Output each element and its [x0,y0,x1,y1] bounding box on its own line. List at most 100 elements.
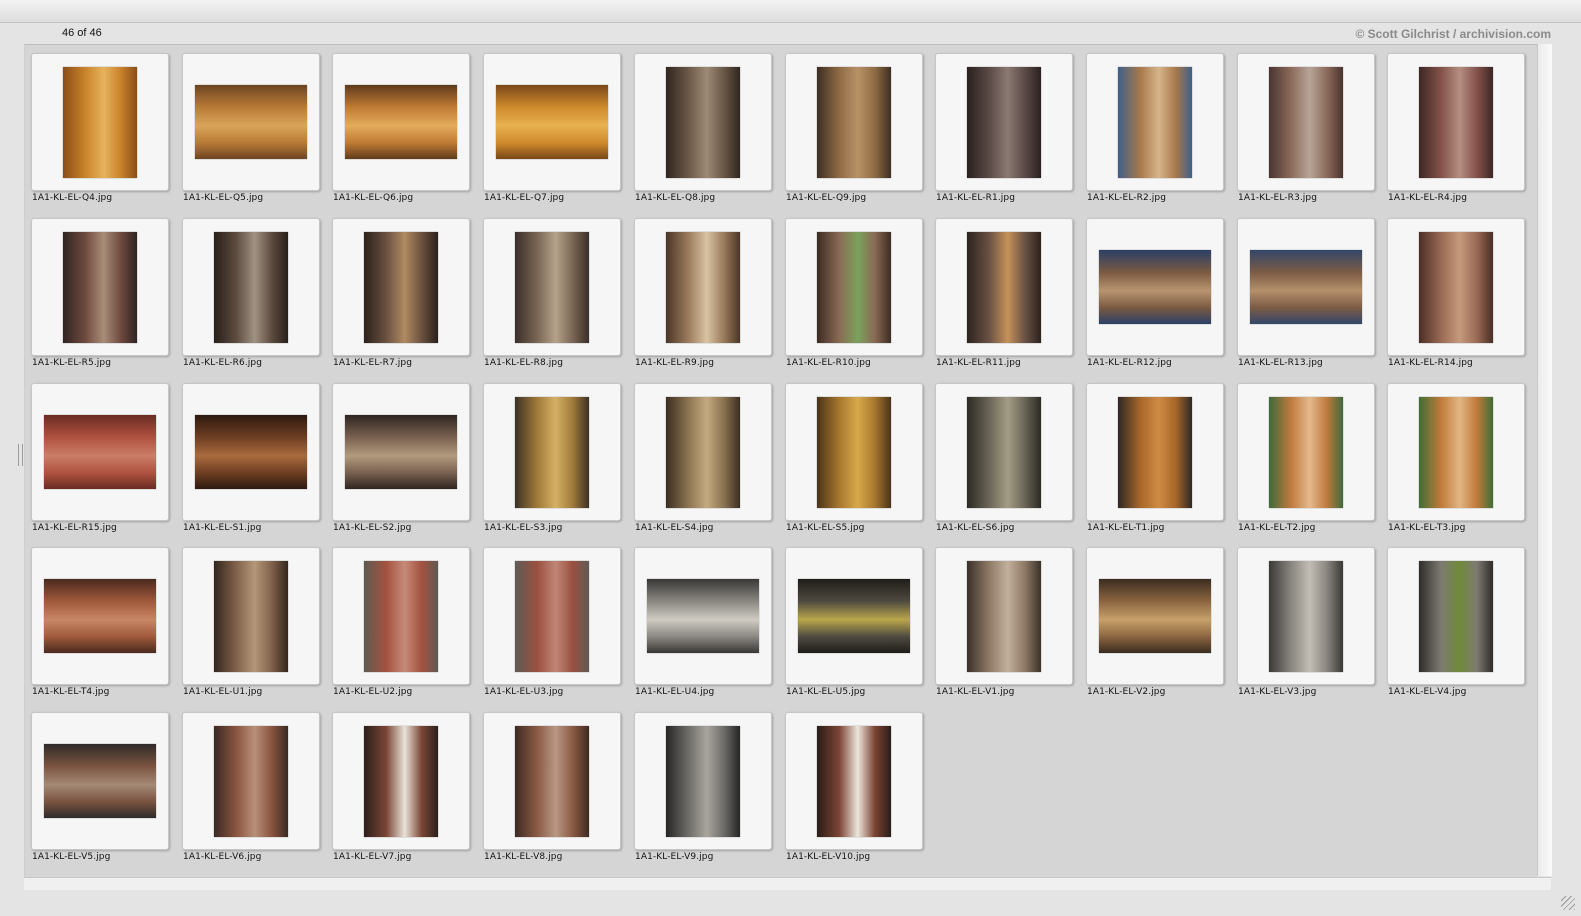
thumbnail-image[interactable] [496,85,608,159]
thumbnail-item[interactable]: 1A1-KL-EL-U3.jpg [483,547,621,711]
thumbnail-frame[interactable] [31,383,169,521]
thumbnail-frame[interactable] [182,712,320,850]
thumbnail-image[interactable] [214,561,288,672]
thumbnail-item[interactable]: 1A1-KL-EL-R5.jpg [31,218,169,382]
thumbnail-frame[interactable] [634,53,772,191]
thumbnail-image[interactable] [967,561,1041,672]
thumbnail-frame[interactable] [483,712,621,850]
thumbnail-item[interactable]: 1A1-KL-EL-U2.jpg [332,547,470,711]
thumbnail-frame[interactable] [935,218,1073,356]
thumbnail-image[interactable] [214,232,288,343]
thumbnail-item[interactable]: 1A1-KL-EL-T2.jpg [1237,383,1375,547]
thumbnail-item[interactable]: 1A1-KL-EL-S5.jpg [785,383,923,547]
thumbnail-item[interactable]: 1A1-KL-EL-R1.jpg [935,53,1073,217]
thumbnail-image[interactable] [817,232,891,343]
thumbnail-image[interactable] [44,579,156,653]
thumbnail-image[interactable] [798,579,910,653]
thumbnail-frame[interactable] [31,218,169,356]
thumbnail-frame[interactable] [935,383,1073,521]
thumbnail-image[interactable] [967,67,1041,178]
thumbnail-frame[interactable] [1086,53,1224,191]
thumbnail-image[interactable] [44,744,156,818]
thumbnail-image[interactable] [967,397,1041,508]
thumbnail-item[interactable]: 1A1-KL-EL-R12.jpg [1086,218,1224,382]
thumbnail-image[interactable] [817,397,891,508]
thumbnail-frame[interactable] [785,53,923,191]
thumbnail-frame[interactable] [31,53,169,191]
thumbnail-image[interactable] [345,415,457,489]
thumbnail-item[interactable]: 1A1-KL-EL-R14.jpg [1387,218,1525,382]
thumbnail-image[interactable] [1419,397,1493,508]
thumbnail-frame[interactable] [182,547,320,685]
thumbnail-frame[interactable] [1387,53,1525,191]
thumbnail-item[interactable]: 1A1-KL-EL-U1.jpg [182,547,320,711]
thumbnail-frame[interactable] [935,547,1073,685]
thumbnail-image[interactable] [1269,397,1343,508]
thumbnail-frame[interactable] [332,218,470,356]
thumbnail-image[interactable] [1419,232,1493,343]
thumbnail-item[interactable]: 1A1-KL-EL-R9.jpg [634,218,772,382]
thumbnail-image[interactable] [364,726,438,837]
thumbnail-item[interactable]: 1A1-KL-EL-V7.jpg [332,712,470,876]
thumbnail-item[interactable]: 1A1-KL-EL-R6.jpg [182,218,320,382]
thumbnail-frame[interactable] [483,53,621,191]
thumbnail-frame[interactable] [31,712,169,850]
thumbnail-item[interactable]: 1A1-KL-EL-T4.jpg [31,547,169,711]
thumbnail-frame[interactable] [785,712,923,850]
thumbnail-image[interactable] [1419,67,1493,178]
thumbnail-image[interactable] [515,232,589,343]
thumbnail-item[interactable]: 1A1-KL-EL-S6.jpg [935,383,1073,547]
thumbnail-frame[interactable] [785,218,923,356]
thumbnail-image[interactable] [63,232,137,343]
thumbnail-frame[interactable] [1237,383,1375,521]
thumbnail-frame[interactable] [182,53,320,191]
thumbnail-frame[interactable] [1387,547,1525,685]
thumbnail-item[interactable]: 1A1-KL-EL-U4.jpg [634,547,772,711]
thumbnail-frame[interactable] [332,547,470,685]
thumbnail-item[interactable]: 1A1-KL-EL-V8.jpg [483,712,621,876]
thumbnail-item[interactable]: 1A1-KL-EL-Q9.jpg [785,53,923,217]
thumbnail-image[interactable] [364,232,438,343]
thumbnail-frame[interactable] [332,53,470,191]
thumbnail-item[interactable]: 1A1-KL-EL-V6.jpg [182,712,320,876]
thumbnail-image[interactable] [1118,67,1192,178]
thumbnail-frame[interactable] [1086,547,1224,685]
thumbnail-image[interactable] [1269,561,1343,672]
thumbnail-image[interactable] [1419,561,1493,672]
thumbnail-image[interactable] [195,85,307,159]
thumbnail-frame[interactable] [1387,383,1525,521]
thumbnail-frame[interactable] [785,383,923,521]
thumbnail-item[interactable]: 1A1-KL-EL-S2.jpg [332,383,470,547]
thumbnail-image[interactable] [1118,397,1192,508]
thumbnail-image[interactable] [44,415,156,489]
thumbnail-image[interactable] [515,561,589,672]
thumbnail-item[interactable]: 1A1-KL-EL-Q5.jpg [182,53,320,217]
thumbnail-item[interactable]: 1A1-KL-EL-Q7.jpg [483,53,621,217]
thumbnail-frame[interactable] [483,547,621,685]
thumbnail-frame[interactable] [1086,218,1224,356]
resize-grip-icon[interactable] [1561,896,1575,910]
thumbnail-item[interactable]: 1A1-KL-EL-T1.jpg [1086,383,1224,547]
thumbnail-item[interactable]: 1A1-KL-EL-V10.jpg [785,712,923,876]
thumbnail-item[interactable]: 1A1-KL-EL-T3.jpg [1387,383,1525,547]
thumbnail-item[interactable]: 1A1-KL-EL-Q6.jpg [332,53,470,217]
thumbnail-frame[interactable] [634,547,772,685]
thumbnail-item[interactable]: 1A1-KL-EL-S3.jpg [483,383,621,547]
thumbnail-image[interactable] [1099,250,1211,324]
thumbnail-image[interactable] [1250,250,1362,324]
thumbnail-item[interactable]: 1A1-KL-EL-R7.jpg [332,218,470,382]
thumbnail-frame[interactable] [935,53,1073,191]
thumbnail-image[interactable] [63,67,137,178]
thumbnail-image[interactable] [1099,579,1211,653]
thumbnail-image[interactable] [817,67,891,178]
thumbnail-frame[interactable] [785,547,923,685]
vertical-scrollbar[interactable] [1537,44,1552,876]
thumbnail-image[interactable] [1269,67,1343,178]
thumbnail-image[interactable] [214,726,288,837]
thumbnail-frame[interactable] [182,383,320,521]
thumbnail-item[interactable]: 1A1-KL-EL-V2.jpg [1086,547,1224,711]
thumbnail-image[interactable] [364,561,438,672]
panel-resize-handle[interactable] [18,444,23,466]
thumbnail-image[interactable] [817,726,891,837]
thumbnail-item[interactable]: 1A1-KL-EL-R11.jpg [935,218,1073,382]
